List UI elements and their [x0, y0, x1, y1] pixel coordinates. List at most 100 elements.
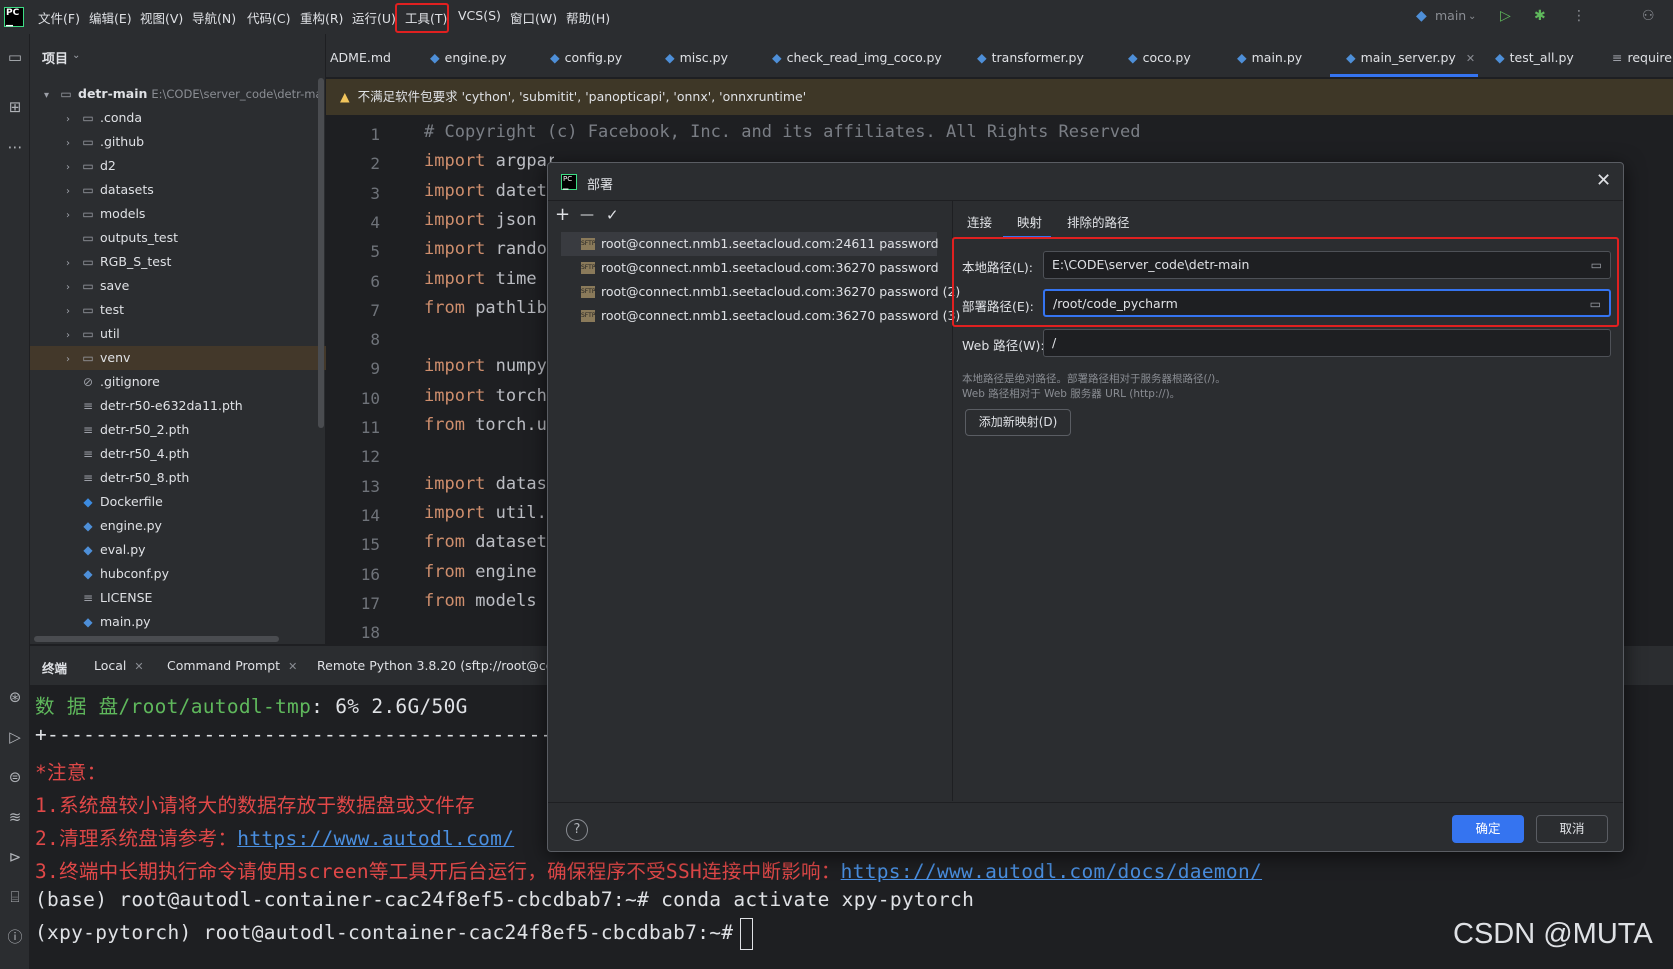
layers-icon[interactable]: ≋	[4, 806, 26, 828]
tree-item[interactable]: ≡ detr-r50-e632da11.pth	[66, 394, 243, 418]
vertical-scrollbar[interactable]	[318, 78, 324, 428]
server-item[interactable]: SFTP root@connect.nmb1.seetacloud.com:362…	[561, 256, 939, 280]
tab-main[interactable]: ◆ main.py	[1237, 50, 1302, 65]
tab-check-read-img[interactable]: ◆ check_read_img_coco.py	[772, 50, 942, 65]
menu-help[interactable]: 帮助(H)	[566, 8, 610, 27]
line-number: 5	[370, 242, 380, 262]
tree-item-label: util	[100, 326, 120, 341]
tab-coco[interactable]: ◆ coco.py	[1128, 50, 1191, 65]
tree-item[interactable]: › ▭ .conda	[66, 106, 142, 130]
tree-item[interactable]: › ▭ datasets	[66, 178, 154, 202]
tab-connection[interactable]: 连接	[967, 212, 992, 231]
tab-main-server[interactable]: ◆ main_server.py ✕	[1346, 50, 1475, 65]
folder-icon[interactable]: ▭	[1591, 252, 1602, 278]
tree-item[interactable]: ≡ detr-r50_8.pth	[66, 466, 189, 490]
tree-item[interactable]: › ▭ util	[66, 322, 120, 346]
services-icon[interactable]: ⊳	[4, 846, 26, 868]
tree-item[interactable]: ≡ detr-r50_2.pth	[66, 418, 189, 442]
cancel-button[interactable]: 取消	[1536, 815, 1608, 843]
project-panel-title[interactable]: 项目	[42, 48, 68, 67]
terminal-title[interactable]: 终端	[42, 658, 67, 677]
tab-readme[interactable]: ADME.md	[330, 50, 391, 65]
tree-item[interactable]: › ▭ .github	[66, 130, 144, 154]
add-mapping-button[interactable]: 添加新映射(D)	[965, 409, 1071, 436]
tab-misc[interactable]: ◆ misc.py	[665, 50, 728, 65]
line-number: 7	[370, 300, 380, 320]
terminal-icon[interactable]: ⌸	[4, 886, 26, 908]
add-server-button[interactable]: +	[555, 204, 570, 225]
chevron-down-icon[interactable]: ⌄	[72, 50, 80, 61]
run-icon[interactable]: ▷	[1500, 8, 1511, 24]
tab-mappings[interactable]: 映射	[1017, 212, 1042, 231]
menu-run[interactable]: 运行(U)	[352, 8, 396, 27]
tree-item[interactable]: ⊘ .gitignore	[66, 370, 160, 394]
tree-item[interactable]: ◆ engine.py	[66, 514, 162, 538]
more-tools-icon[interactable]: ⋯	[4, 136, 26, 158]
tree-item[interactable]: › ▭ save	[66, 274, 129, 298]
tree-root[interactable]: ▾ ▭ detr-main E:\CODE\server_code\detr-ma	[44, 82, 323, 106]
close-icon[interactable]: ✕	[288, 660, 297, 673]
tab-command-prompt[interactable]: Command Prompt ✕	[167, 658, 297, 673]
set-default-button[interactable]: ✓	[606, 206, 619, 224]
more-icon[interactable]: ⋮	[1572, 8, 1586, 24]
tree-item[interactable]: ◆ hubconf.py	[66, 562, 169, 586]
python-packages-icon[interactable]: ⊛	[4, 686, 26, 708]
tab-config[interactable]: ◆ config.py	[550, 50, 622, 65]
docker-icon: ◆	[83, 495, 93, 509]
terminal-link[interactable]: https://www.autodl.com/docs/daemon/	[841, 860, 1262, 883]
python-file-icon: ◆	[1346, 50, 1356, 65]
local-path-field[interactable]: E:\CODE\server_code\detr-main ▭	[1043, 251, 1611, 279]
tree-item[interactable]: › ▭ models	[66, 202, 145, 226]
python-console-icon[interactable]: ⊜	[4, 766, 26, 788]
menu-refactor[interactable]: 重构(R)	[300, 8, 343, 27]
deploy-path-field[interactable]: /root/code_pycharm ▭	[1043, 289, 1611, 317]
root-path: E:\CODE\server_code\detr-ma	[151, 87, 323, 101]
server-item[interactable]: SFTP root@connect.nmb1.seetacloud.com:362…	[561, 304, 960, 328]
help-button[interactable]: ?	[566, 819, 588, 841]
tab-local[interactable]: Local ✕	[94, 658, 144, 673]
horizontal-scrollbar[interactable]	[34, 636, 279, 642]
python-icon: ◆	[1416, 8, 1427, 24]
branch-selector[interactable]: main	[1435, 8, 1466, 23]
tab-excluded-paths[interactable]: 排除的路径	[1067, 212, 1130, 231]
folder-icon[interactable]: ▭	[4, 46, 26, 68]
problems-icon[interactable]: ⓘ	[4, 926, 26, 948]
tree-item[interactable]: › ▭ d2	[66, 154, 116, 178]
tab-test-all[interactable]: ◆ test_all.py	[1495, 50, 1574, 65]
tree-item[interactable]: ◆ Dockerfile	[66, 490, 162, 514]
terminal-link[interactable]: https://www.autodl.com/	[237, 827, 514, 850]
menu-vcs[interactable]: VCS(S)	[458, 8, 501, 23]
menu-navigate[interactable]: 导航(N)	[192, 8, 236, 27]
tree-item[interactable]: ◆ main.py	[66, 610, 150, 634]
tree-item[interactable]: ◆ eval.py	[66, 538, 145, 562]
remove-server-button[interactable]: —	[580, 207, 594, 223]
tab-requirements[interactable]: ≡ require	[1612, 50, 1672, 65]
menu-code[interactable]: 代码(C)	[247, 8, 290, 27]
menu-file[interactable]: 文件(F)	[38, 8, 80, 27]
tree-item[interactable]: ≡ detr-r50_4.pth	[66, 442, 189, 466]
debug-icon[interactable]: ✱	[1534, 8, 1546, 24]
close-icon[interactable]: ✕	[1466, 52, 1475, 65]
ok-button[interactable]: 确定	[1452, 815, 1524, 843]
tree-item[interactable]: ≡ LICENSE	[66, 586, 153, 610]
tree-item[interactable]: › ▭ venv	[66, 346, 130, 370]
tree-item[interactable]: › ▭ test	[66, 298, 124, 322]
run-tool-icon[interactable]: ▷	[4, 726, 26, 748]
menu-edit[interactable]: 编辑(E)	[89, 8, 132, 27]
folder-icon[interactable]: ▭	[1590, 291, 1601, 317]
server-item[interactable]: SFTP root@connect.nmb1.seetacloud.com:362…	[561, 280, 960, 304]
tree-item[interactable]: ▭ outputs_test	[66, 226, 178, 250]
close-icon[interactable]: ✕	[134, 660, 143, 673]
structure-icon[interactable]: ⊞	[4, 96, 26, 118]
tab-remote-python[interactable]: Remote Python 3.8.20 (sftp://root@conn	[317, 658, 547, 673]
web-path-field[interactable]: /	[1043, 329, 1611, 357]
user-icon[interactable]: ⚇	[1642, 8, 1655, 24]
tree-item-label: models	[100, 206, 146, 221]
menu-view[interactable]: 视图(V)	[140, 8, 183, 27]
menu-window[interactable]: 窗口(W)	[510, 8, 557, 27]
tree-item[interactable]: › ▭ RGB_S_test	[66, 250, 171, 274]
close-icon[interactable]: ✕	[1596, 170, 1611, 191]
tab-engine[interactable]: ◆ engine.py	[430, 50, 507, 65]
server-item[interactable]: SFTP root@connect.nmb1.seetacloud.com:246…	[561, 232, 939, 256]
tab-transformer[interactable]: ◆ transformer.py	[977, 50, 1084, 65]
